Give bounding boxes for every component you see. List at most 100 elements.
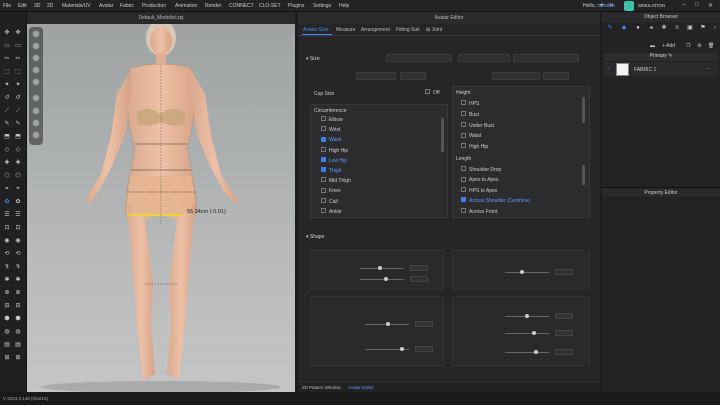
close-icon[interactable]: ✕ xyxy=(609,2,614,9)
slider-value-field[interactable] xyxy=(415,346,433,352)
tool-16-0-icon[interactable]: ◉ xyxy=(3,238,11,245)
tool-0-0-icon[interactable]: ✥ xyxy=(3,30,11,37)
menu-avatar[interactable]: Avatar xyxy=(99,3,113,9)
bust-value-field[interactable] xyxy=(543,72,569,80)
tool-6-1-icon[interactable]: ⟋ xyxy=(14,108,22,115)
size-preset-select[interactable] xyxy=(386,54,452,62)
tool-4-1-icon[interactable]: ✦ xyxy=(14,82,22,89)
tool-2-0-icon[interactable]: ✂ xyxy=(3,56,11,63)
list-item[interactable]: High Hip xyxy=(321,146,348,154)
checkbox[interactable] xyxy=(461,166,466,172)
menu-plugins[interactable]: Plugins xyxy=(288,3,304,9)
length-scrollbar[interactable] xyxy=(582,165,585,185)
list-item[interactable]: Elbow xyxy=(321,116,343,123)
tool-12-1-icon[interactable]: ⌖ xyxy=(14,186,22,193)
tool-23-1-icon[interactable]: ◍ xyxy=(14,329,22,336)
slider-value-field[interactable] xyxy=(410,265,428,271)
tool-11-1-icon[interactable]: ⬡ xyxy=(14,173,22,180)
tool-16-1-icon[interactable]: ◉ xyxy=(14,238,22,245)
shape-slider[interactable] xyxy=(365,347,409,351)
tool-21-1-icon[interactable]: ⊟ xyxy=(14,303,22,310)
list-item[interactable]: Bust xyxy=(461,110,479,118)
tool-4-0-icon[interactable]: ✦ xyxy=(3,82,11,89)
checkbox[interactable] xyxy=(321,136,326,142)
window-close-icon[interactable]: ✕ xyxy=(708,2,713,9)
tool-19-0-icon[interactable]: ✱ xyxy=(3,277,11,284)
tab-measure[interactable]: Measure xyxy=(336,27,355,33)
menu-render[interactable]: Render xyxy=(205,3,221,9)
tab-arrangement[interactable]: Arrangement xyxy=(361,27,390,33)
shape-slider[interactable] xyxy=(505,314,549,318)
tab-fitting-suit[interactable]: Fitting Suit xyxy=(396,27,420,33)
checkbox[interactable] xyxy=(321,177,326,183)
slider-value-field[interactable] xyxy=(555,269,573,275)
slider-handle[interactable] xyxy=(400,347,404,351)
menu-2d[interactable]: 2D xyxy=(47,3,53,9)
tool-2-1-icon[interactable]: ✂ xyxy=(14,56,22,63)
menu-materials-uv[interactable]: Materials/UV xyxy=(62,3,91,9)
tool-20-1-icon[interactable]: ⊕ xyxy=(14,290,22,297)
checkbox[interactable] xyxy=(461,186,466,192)
checkbox[interactable] xyxy=(321,126,326,132)
fabric-options-icon[interactable]: ⋯ xyxy=(706,66,711,72)
tool-8-0-icon[interactable]: ⬒ xyxy=(3,134,11,141)
tool-3-1-icon[interactable]: ⬚ xyxy=(14,69,22,76)
list-item[interactable]: Low Hip xyxy=(321,156,347,164)
window-minimize-icon[interactable]: – xyxy=(682,2,685,8)
button-icon[interactable]: ● xyxy=(634,24,642,32)
tool-18-0-icon[interactable]: ↯ xyxy=(3,264,11,271)
display-texture-icon[interactable] xyxy=(32,131,40,139)
tool-7-0-icon[interactable]: ✎ xyxy=(3,121,11,128)
list-item[interactable]: HPS xyxy=(461,100,479,107)
view-top-icon[interactable] xyxy=(32,78,40,86)
slider-handle[interactable] xyxy=(386,322,390,326)
height-select[interactable] xyxy=(356,72,396,80)
tab-joint[interactable]: ⊞ Joint xyxy=(426,27,442,33)
checkbox[interactable] xyxy=(321,197,326,203)
shape-slider[interactable] xyxy=(505,270,549,274)
list-item[interactable]: Apex to Apex xyxy=(461,176,498,183)
size-section-title[interactable]: ▾ Size xyxy=(306,56,320,62)
tool-20-0-icon[interactable]: ⊕ xyxy=(3,290,11,297)
menu-clo-set[interactable]: CLO-SET xyxy=(259,3,281,9)
slider-handle[interactable] xyxy=(525,314,529,318)
slider-handle[interactable] xyxy=(534,350,538,354)
minimize-icon[interactable]: ▾ xyxy=(600,2,603,9)
slider-handle[interactable] xyxy=(520,270,524,274)
tool-15-1-icon[interactable]: ⊡ xyxy=(14,225,22,232)
menu-3d[interactable]: 3D xyxy=(34,3,40,9)
shape-slider[interactable] xyxy=(505,350,549,354)
edit-icon[interactable]: ✎ xyxy=(668,53,672,59)
menu-help[interactable]: Help xyxy=(339,3,349,9)
trim-icon[interactable]: ◂ xyxy=(647,24,655,32)
tool-23-0-icon[interactable]: ◍ xyxy=(3,329,11,336)
fabric-icon[interactable]: ◆ xyxy=(620,24,628,32)
list-item[interactable]: Waist xyxy=(461,132,481,139)
checkbox[interactable] xyxy=(321,156,326,162)
scene-icon[interactable]: ✎ xyxy=(606,24,614,32)
height-value-field[interactable] xyxy=(400,72,426,80)
slider-value-field[interactable] xyxy=(555,330,573,336)
settings-icon[interactable]: ⚙ xyxy=(697,43,701,49)
list-item[interactable]: Knee xyxy=(321,187,341,194)
tool-21-0-icon[interactable]: ⊟ xyxy=(3,303,11,310)
list-item[interactable]: Shoulder Drop xyxy=(461,166,501,173)
checkbox[interactable] xyxy=(461,143,466,149)
menu-settings[interactable]: Settings xyxy=(313,3,331,9)
checkbox[interactable] xyxy=(321,187,326,193)
tool-8-1-icon[interactable]: ⬒ xyxy=(14,134,22,141)
checkbox[interactable] xyxy=(321,167,326,173)
more-icon[interactable]: › xyxy=(711,24,719,32)
checkbox[interactable] xyxy=(461,100,466,106)
height-scrollbar[interactable] xyxy=(582,97,585,123)
slider-value-field[interactable] xyxy=(555,313,573,319)
slider-handle[interactable] xyxy=(532,331,536,335)
tool-18-1-icon[interactable]: ↯ xyxy=(14,264,22,271)
tool-17-0-icon[interactable]: ⟲ xyxy=(3,251,11,258)
tool-3-0-icon[interactable]: ⬚ xyxy=(3,69,11,76)
tool-10-1-icon[interactable]: ✚ xyxy=(14,160,22,167)
list-item[interactable]: Ankle xyxy=(321,207,342,215)
menu-animation[interactable]: Animation xyxy=(175,3,197,9)
menu-edit[interactable]: Edit xyxy=(18,3,27,9)
tool-10-0-icon[interactable]: ✚ xyxy=(3,160,11,167)
